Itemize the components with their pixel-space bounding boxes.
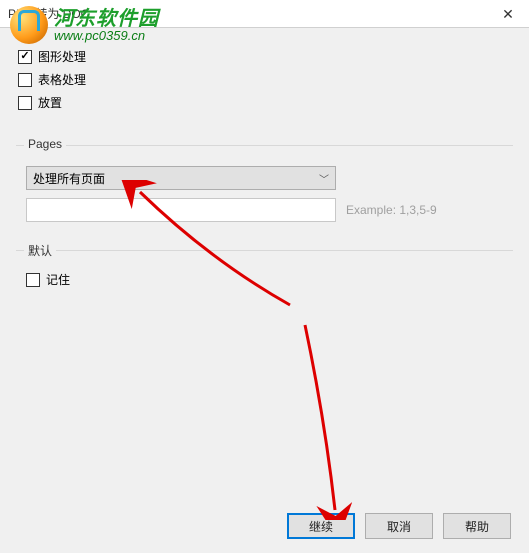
chevron-down-icon: ﹀: [319, 171, 329, 186]
button-bar: 继续 取消 帮助: [287, 513, 511, 539]
pages-example-text: Example: 1,3,5-9: [346, 203, 437, 217]
table-processing-checkbox[interactable]: [18, 73, 32, 87]
pages-dropdown-value: 处理所有页面: [33, 170, 105, 187]
table-processing-row[interactable]: 表格处理: [18, 71, 503, 88]
pages-range-input[interactable]: [26, 198, 336, 222]
options-group: 图形处理 表格处理 放置: [16, 38, 513, 127]
help-button[interactable]: 帮助: [443, 513, 511, 539]
pages-group-legend: Pages: [24, 137, 66, 151]
remember-checkbox[interactable]: [26, 273, 40, 287]
remember-row[interactable]: 记住: [26, 271, 503, 288]
default-group: 默认 记住: [16, 250, 513, 304]
image-processing-row[interactable]: 图形处理: [18, 48, 503, 65]
default-group-legend: 默认: [24, 242, 56, 259]
remember-label: 记住: [46, 271, 70, 288]
placement-label: 放置: [38, 94, 62, 111]
window-title: PDF 转为 DOC: [8, 5, 89, 22]
cancel-button[interactable]: 取消: [365, 513, 433, 539]
title-bar: PDF 转为 DOC ✕: [0, 0, 529, 28]
close-button[interactable]: ✕: [487, 0, 529, 28]
image-processing-checkbox[interactable]: [18, 50, 32, 64]
pages-mode-dropdown[interactable]: 处理所有页面 ﹀: [26, 166, 336, 190]
annotation-arrow-to-continue: [285, 320, 365, 520]
placement-checkbox[interactable]: [18, 96, 32, 110]
continue-button[interactable]: 继续: [287, 513, 355, 539]
close-icon: ✕: [502, 6, 514, 23]
table-processing-label: 表格处理: [38, 71, 86, 88]
pages-group: Pages 处理所有页面 ﹀ Example: 1,3,5-9: [16, 145, 513, 232]
image-processing-label: 图形处理: [38, 48, 86, 65]
dialog-content: 图形处理 表格处理 放置 Pages 处理所有页面 ﹀ Example: 1,3…: [0, 28, 529, 304]
placement-row[interactable]: 放置: [18, 94, 503, 111]
